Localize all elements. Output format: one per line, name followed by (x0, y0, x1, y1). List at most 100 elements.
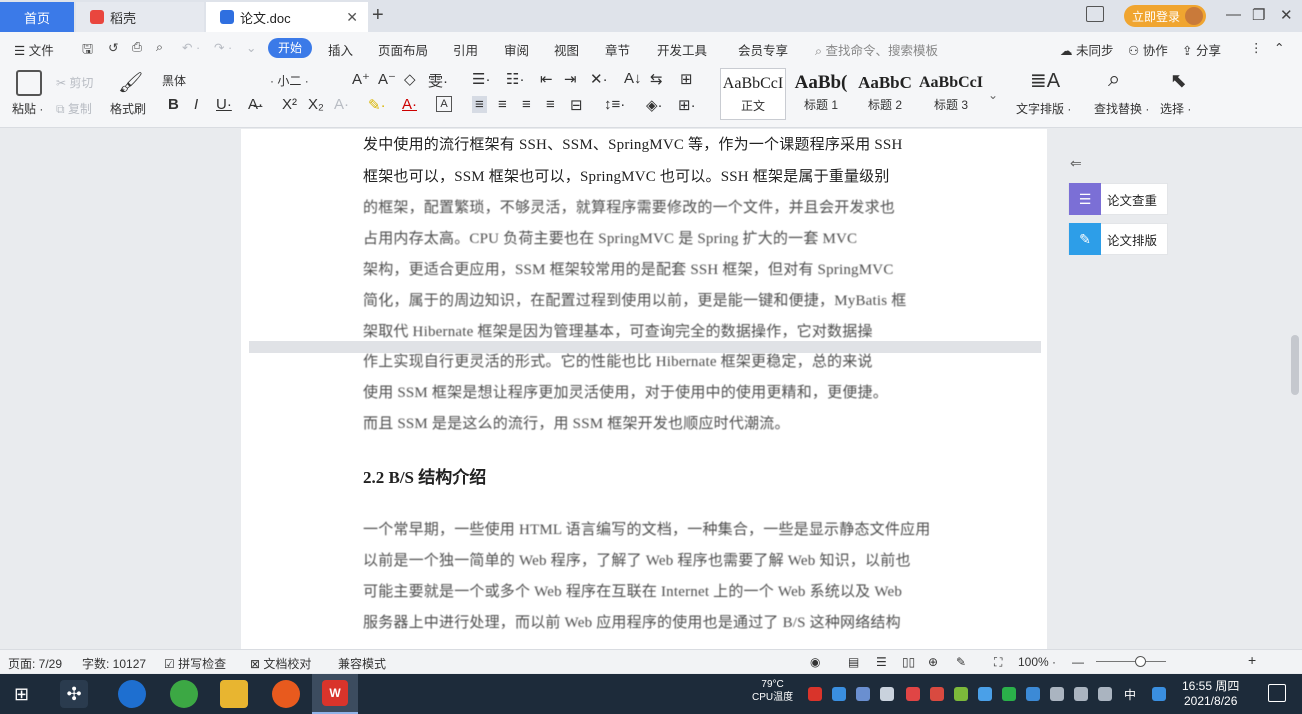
justify-icon[interactable]: ≡ (546, 96, 555, 113)
tab-stops-icon[interactable]: ⊞ (680, 70, 693, 88)
undo-icon[interactable]: ↶ · (182, 40, 200, 55)
menu-insert[interactable]: 插入 (328, 40, 353, 59)
paste-button[interactable]: 粘贴 · (12, 100, 43, 117)
restore-icon[interactable]: ❐ (1252, 6, 1265, 24)
panel-collapse-icon[interactable]: ⇐ (1070, 155, 1082, 172)
text-layout-button[interactable]: 文字排版 · (1016, 100, 1071, 117)
command-search[interactable]: ⌕ 查找命令、搜索模板 (815, 40, 938, 59)
italic-icon[interactable]: I (194, 96, 198, 113)
styles-more-icon[interactable]: ⌄ (988, 88, 998, 102)
document-page[interactable]: 发中使用的流行框架有 SSH、SSM、SpringMVC 等，作为一个课题程序采… (241, 129, 1047, 649)
format-painter-icon[interactable]: 🖌 (118, 70, 143, 95)
tray-app-icon[interactable] (930, 687, 944, 701)
tray-app-icon[interactable] (808, 687, 822, 701)
new-tab-button[interactable]: + (372, 4, 384, 27)
strikethrough-icon[interactable]: A̶· (248, 96, 263, 113)
vertical-scrollbar[interactable] (1291, 335, 1299, 395)
tray-app-icon[interactable] (1002, 687, 1016, 701)
bluetooth-icon[interactable] (1026, 687, 1040, 701)
tray-app-icon[interactable] (906, 687, 920, 701)
font-color-icon[interactable]: A· (402, 96, 417, 113)
reading-view-icon[interactable]: ▯▯ (902, 655, 915, 669)
tab-daoke[interactable]: 稻壳 (76, 2, 204, 32)
grow-font-icon[interactable]: A⁺ (352, 70, 370, 88)
collapse-ribbon-icon[interactable]: ⌃ (1274, 40, 1284, 55)
chinese-layout-icon[interactable]: ✕· (590, 70, 608, 88)
windows-start-icon[interactable]: ⊞ (14, 684, 29, 705)
zoom-select[interactable]: 100% · (1018, 655, 1056, 669)
fit-page-icon[interactable]: ⛶ (994, 655, 1002, 670)
bold-icon[interactable]: B (168, 96, 179, 113)
close-tab-icon[interactable]: ✕ (346, 9, 358, 26)
pinyin-icon[interactable]: 雯· (428, 70, 448, 91)
distribute-icon[interactable]: ⊟ (570, 96, 583, 114)
font-name-select[interactable]: 黑体 (162, 72, 262, 89)
file-menu[interactable]: ☰ 文件 (14, 40, 54, 59)
tray-app-icon[interactable] (832, 687, 846, 701)
collab-button[interactable]: ⚇ 协作 (1128, 40, 1168, 59)
spell-check-button[interactable]: ☑ 拼写检查 (164, 655, 226, 672)
clear-format-icon[interactable]: ◇ (404, 70, 416, 88)
copy-button[interactable]: ⧉ 复制 (56, 100, 92, 117)
menu-start[interactable]: 开始 (268, 38, 312, 58)
zoom-slider[interactable] (1096, 661, 1166, 662)
page-indicator[interactable]: 页面: 7/29 (8, 655, 62, 672)
proofread-button[interactable]: ⊠ 文档校对 (250, 655, 311, 672)
battery-icon[interactable] (1050, 687, 1064, 701)
print-icon[interactable]: ⎙ (132, 40, 142, 55)
highlight-icon[interactable]: ✎· (368, 96, 386, 114)
preview-icon[interactable]: ⌕ (156, 40, 163, 55)
zoom-slider-handle[interactable] (1135, 656, 1147, 667)
web-view-icon[interactable]: ⊕ (928, 655, 938, 669)
superscript-icon[interactable]: X² (282, 96, 297, 113)
login-button[interactable]: 立即登录 (1124, 5, 1206, 27)
find-icon[interactable]: ⌕ (1108, 66, 1120, 92)
format-painter-button[interactable]: 格式刷 (110, 100, 146, 117)
menu-review[interactable]: 审阅 (504, 40, 529, 59)
tab-document[interactable]: 论文.doc ✕ (206, 2, 368, 32)
save-icon[interactable]: 🖫 (82, 40, 93, 62)
share-button[interactable]: ⇪ 分享 (1182, 40, 1221, 59)
style-normal[interactable]: AaBbCcI 正文 (720, 68, 786, 120)
menu-chapter[interactable]: 章节 (605, 40, 630, 59)
more-icon[interactable]: ⌄ (246, 40, 256, 55)
app-fan-icon[interactable]: ✣ (60, 680, 88, 708)
redo-icon[interactable]: ↷ · (214, 40, 232, 55)
menu-view[interactable]: 视图 (554, 40, 579, 59)
menu-member[interactable]: 会员专享 (738, 40, 788, 59)
eye-protect-icon[interactable]: ◉ (810, 655, 820, 669)
360-browser-icon[interactable] (170, 680, 198, 708)
paper-layout-button[interactable]: ✎ 论文排版 (1068, 223, 1168, 255)
numbered-list-icon[interactable]: ☷· (506, 70, 524, 88)
shrink-font-icon[interactable]: A⁻ (378, 70, 396, 88)
zoom-in-icon[interactable]: + (1248, 652, 1256, 668)
align-center-icon[interactable]: ≡ (498, 96, 507, 113)
network-icon[interactable] (1074, 687, 1088, 701)
show-marks-icon[interactable]: ⇆ (650, 70, 663, 88)
page-view-icon[interactable]: ▤ (848, 655, 859, 669)
sort-icon[interactable]: A↓ (624, 70, 642, 87)
line-spacing-icon[interactable]: ↕≡· (604, 96, 625, 113)
write-view-icon[interactable]: ✎ (956, 655, 966, 669)
cpu-temp-widget[interactable]: 79°C CPU温度 (752, 678, 793, 704)
outline-view-icon[interactable]: ☰ (876, 655, 887, 669)
text-layout-icon[interactable]: ≣A (1030, 68, 1060, 93)
volume-icon[interactable] (1098, 687, 1112, 701)
style-heading-3[interactable]: AaBbCcI 标题 3 (918, 68, 984, 120)
file-explorer-icon[interactable] (220, 680, 248, 708)
indent-icon[interactable]: ⇥ (564, 70, 577, 88)
paste-icon[interactable] (16, 70, 42, 96)
align-right-icon[interactable]: ≡ (522, 96, 531, 113)
find-replace-button[interactable]: 查找替换 · (1094, 100, 1149, 117)
ime-indicator[interactable]: 中 (1124, 686, 1136, 703)
tray-app-icon[interactable] (954, 687, 968, 701)
tray-bell-icon[interactable] (880, 687, 894, 701)
screen-layout-icon[interactable] (1086, 6, 1104, 22)
media-player-icon[interactable] (272, 680, 300, 708)
word-count[interactable]: 字数: 10127 (82, 655, 146, 672)
char-border-icon[interactable]: A (436, 96, 452, 112)
cut-button[interactable]: ✂ 剪切 (56, 74, 93, 91)
notification-center-icon[interactable] (1268, 684, 1286, 702)
cursor-icon[interactable]: ⬉ (1170, 68, 1187, 93)
menu-reference[interactable]: 引用 (453, 40, 478, 59)
